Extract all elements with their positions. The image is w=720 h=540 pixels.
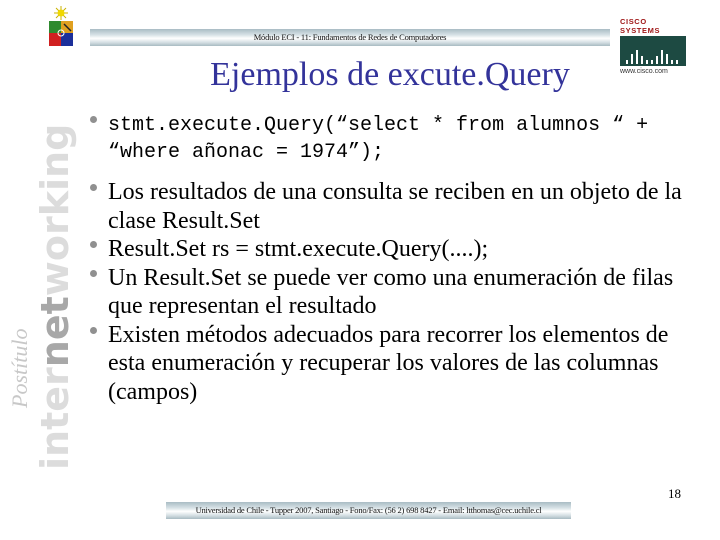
bullet-text: Los resultados de una consulta se recibe… — [108, 179, 682, 234]
university-crest-icon — [46, 5, 76, 53]
header-bar: Módulo ECI - 11: Fundamentos de Redes de… — [90, 29, 610, 46]
bullet-text: Existen métodos adecuados para recorrer … — [108, 321, 669, 405]
bullet-text: Un Result.Set se puede ver como una enum… — [108, 264, 674, 320]
bullet-item: stmt.execute.Query(“select * from alumno… — [86, 112, 696, 166]
bullet-icon — [90, 326, 97, 334]
page-number: 18 — [668, 486, 681, 501]
bullet-list: stmt.execute.Query(“select * from alumno… — [86, 112, 696, 406]
sidebar-inter: inter — [33, 367, 77, 470]
cisco-name: CISCO SYSTEMS — [620, 17, 661, 35]
bullet-item: Los resultados de una consulta se recibe… — [86, 178, 696, 235]
bullet-item: Un Result.Set se puede ver como una enum… — [86, 264, 696, 321]
bullet-icon — [90, 184, 97, 191]
bullet-item: Existen métodos adecuados para recorrer … — [86, 321, 696, 407]
svg-text:internetworking: internetworking — [33, 124, 77, 470]
sidebar-working: working — [33, 124, 77, 297]
sidebar-net: net — [33, 296, 77, 367]
sidebar-postitulo: Postítulo — [7, 329, 32, 409]
slide-title: Ejemplos de excute.Query — [210, 56, 570, 93]
footer-bar: Universidad de Chile - Tupper 2007, Sant… — [166, 502, 571, 519]
footer-text: Universidad de Chile - Tupper 2007, Sant… — [195, 505, 542, 515]
bullet-icon — [90, 116, 97, 123]
bullet-text: stmt.execute.Query(“select * from alumno… — [108, 114, 649, 164]
bullet-item: Result.Set rs = stmt.execute.Query(....)… — [86, 235, 696, 264]
bullet-text: Result.Set rs = stmt.execute.Query(....)… — [108, 236, 489, 262]
bullet-icon — [90, 269, 97, 277]
internetworking-sidebar: internetworking Postítulo — [0, 60, 80, 480]
bullet-icon — [90, 241, 97, 248]
module-title: Módulo ECI - 11: Fundamentos de Redes de… — [253, 32, 447, 42]
